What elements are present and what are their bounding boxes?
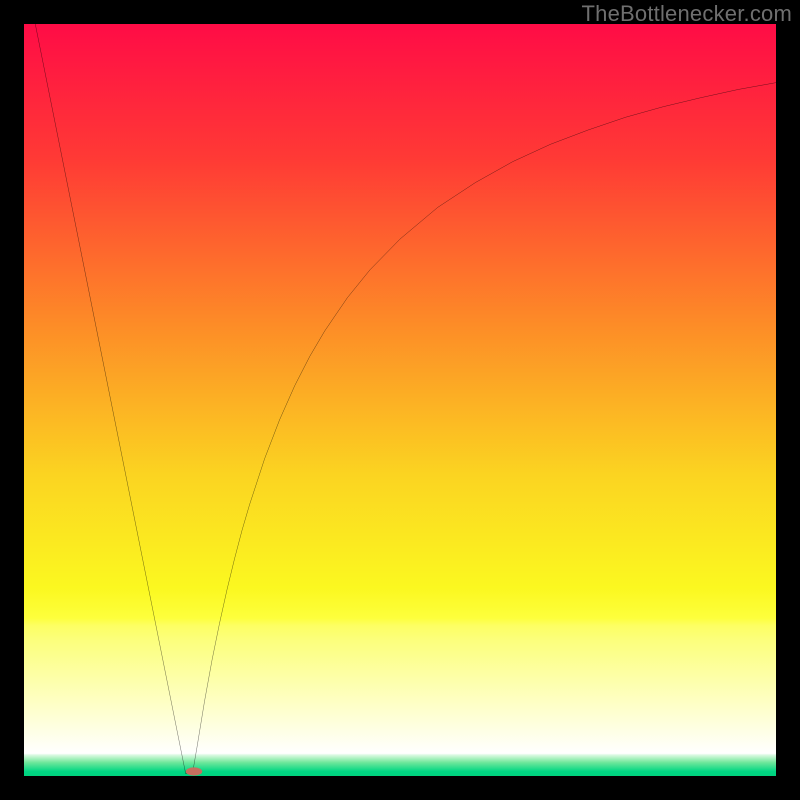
bottleneck-chart [24, 24, 776, 776]
vertex-marker [186, 767, 203, 775]
watermark-label: TheBottlenecker.com [582, 1, 792, 27]
chart-background [24, 24, 776, 776]
chart-frame: TheBottlenecker.com [0, 0, 800, 800]
